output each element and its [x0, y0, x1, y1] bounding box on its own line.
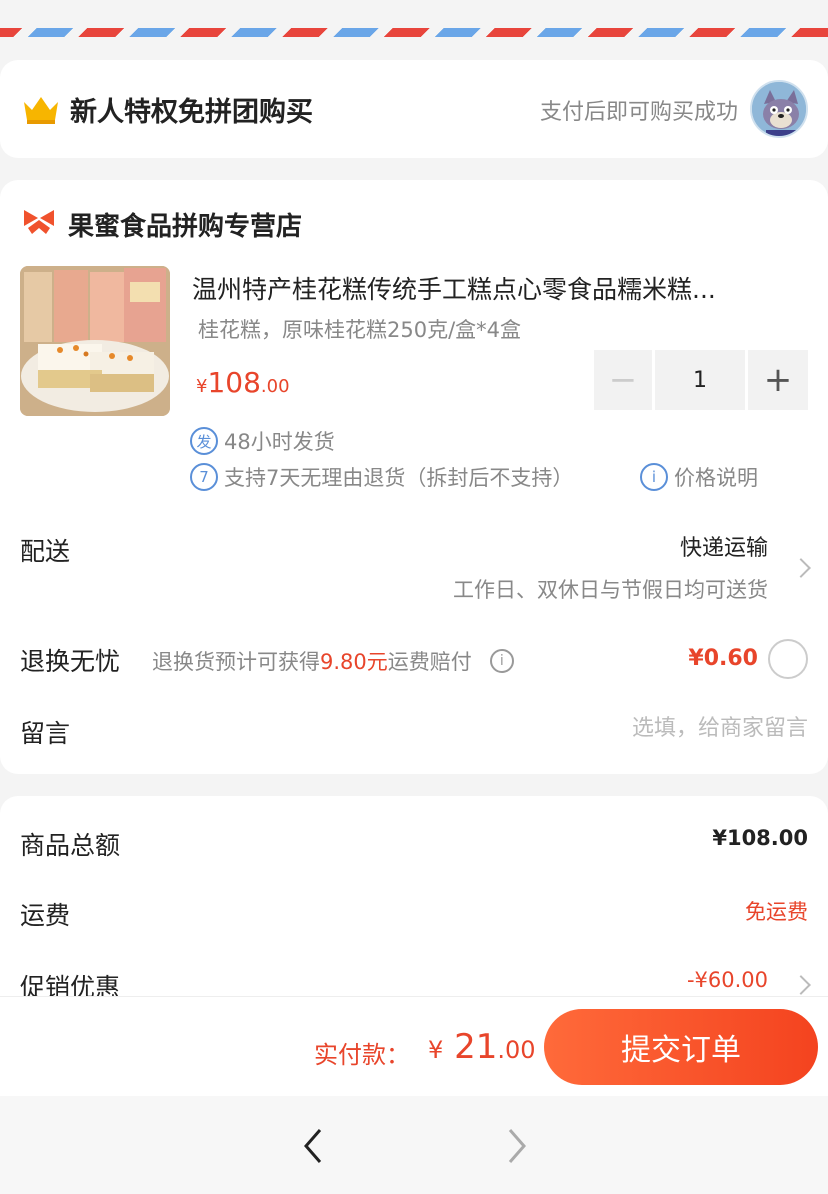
- price-symbol: ¥: [196, 376, 208, 397]
- price-integer: 108: [207, 366, 261, 399]
- shipping-time-feature: 发 48小时发货: [190, 426, 335, 456]
- airmail-border: [0, 28, 828, 37]
- goods-total-label: 商品总额: [20, 831, 121, 860]
- crown-icon: [24, 97, 58, 124]
- return-insurance-description: 退换货预计可获得 9.80元 运费赔付 i: [152, 646, 514, 676]
- shipping-fee-label: 运费: [20, 901, 71, 930]
- chevron-right-icon[interactable]: [791, 975, 811, 995]
- info-icon: i: [640, 463, 668, 491]
- order-item-card: 果蜜食品拼购专营店 温州特产桂花糕传统手工糕点心零食品糯米糕... 桂花糕，原味…: [0, 180, 828, 774]
- promo-subtitle: 支付后即可购买成功: [539, 100, 738, 125]
- amount-due-label: 实付款：: [314, 1041, 410, 1069]
- store-icon: [24, 210, 54, 234]
- amount-due: ¥ 21.00: [428, 1027, 536, 1067]
- product-title[interactable]: 温州特产桂花糕传统手工糕点心零食品糯米糕...: [192, 270, 792, 306]
- message-input[interactable]: [508, 716, 808, 741]
- return-policy-feature: 7 支持7天无理由退货（拆封后不支持）: [190, 462, 573, 492]
- amount-symbol: ¥: [428, 1036, 444, 1064]
- return-desc-suffix: 运费赔付: [387, 650, 472, 674]
- feature-text: 48小时发货: [224, 430, 335, 454]
- cartoon-cat-avatar-icon: [752, 82, 806, 136]
- promotion-value[interactable]: -¥60.00: [687, 968, 768, 992]
- return-insurance-label: 退换无忧: [20, 647, 121, 676]
- return-insurance-price: ¥0.60: [688, 646, 758, 671]
- product-spec[interactable]: 桂花糕，原味桂花糕250克/盒*4盒: [198, 314, 521, 344]
- promo-title: 新人特权免拼团购买: [70, 97, 313, 128]
- chevron-right-icon[interactable]: [791, 558, 811, 578]
- shipping-schedule[interactable]: 工作日、双休日与节假日均可送货: [453, 574, 768, 604]
- quantity-value[interactable]: 1: [655, 350, 745, 410]
- info-icon[interactable]: i: [489, 649, 514, 673]
- checkout-bar: 实付款： ¥ 21.00 提交订单: [0, 996, 828, 1096]
- shipping-fee-value: 免运费: [745, 900, 808, 924]
- return-insurance-radio[interactable]: [768, 639, 808, 679]
- shipping-label: 配送: [20, 537, 71, 566]
- product-image[interactable]: [20, 266, 170, 416]
- return-desc-prefix: 退换货预计可获得: [152, 650, 320, 674]
- decrease-quantity-button[interactable]: −: [594, 350, 652, 410]
- submit-order-button[interactable]: 提交订单: [544, 1009, 818, 1085]
- increase-quantity-button[interactable]: +: [748, 350, 808, 410]
- product-photo-icon: [20, 266, 170, 416]
- shipping-method[interactable]: 快递运输: [680, 530, 768, 562]
- seven-day-return-icon: 7: [190, 463, 218, 491]
- ship-badge-icon: 发: [190, 427, 218, 455]
- amount-decimal: .00: [497, 1036, 536, 1064]
- forward-arrow-icon[interactable]: [496, 1126, 536, 1166]
- price-decimal: .00: [260, 376, 290, 397]
- amount-integer: 21: [443, 1027, 498, 1067]
- message-label: 留言: [20, 719, 71, 748]
- promo-banner: 新人特权免拼团购买 支付后即可购买成功: [0, 60, 828, 158]
- product-price: ¥108.00: [196, 366, 290, 399]
- price-note-label: 价格说明: [674, 466, 758, 490]
- price-explanation-link[interactable]: i 价格说明: [640, 462, 758, 492]
- store-name[interactable]: 果蜜食品拼购专营店: [68, 206, 302, 243]
- feature-text: 支持7天无理由退货（拆封后不支持）: [224, 466, 574, 490]
- browser-navigation-bar: [0, 1096, 828, 1194]
- avatar[interactable]: [750, 80, 808, 138]
- quantity-stepper: − 1 +: [594, 350, 808, 410]
- return-desc-amount: 9.80元: [320, 650, 388, 674]
- goods-total-value: ¥108.00: [712, 826, 808, 850]
- back-arrow-icon[interactable]: [294, 1126, 334, 1166]
